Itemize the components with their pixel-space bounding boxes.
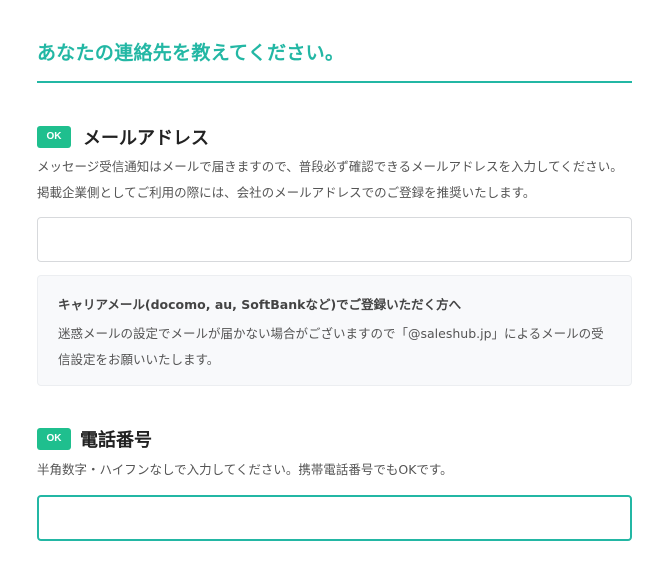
email-field-label: メールアドレス: [83, 128, 209, 149]
phone-field-header: OK 電話番号: [37, 427, 152, 451]
email-field-header: OK メールアドレス: [37, 125, 209, 149]
email-ok-badge: OK: [37, 126, 71, 148]
phone-input[interactable]: [37, 495, 632, 541]
title-divider: [37, 81, 632, 83]
notice-body: 迷惑メールの設定でメールが届かない場合がございますので「@saleshub.jp…: [58, 326, 604, 367]
carrier-mail-notice: キャリアメール(docomo, au, SoftBankなど)でご登録いただく方…: [37, 275, 632, 386]
phone-field-label: 電話番号: [80, 430, 152, 451]
notice-title: キャリアメール(docomo, au, SoftBankなど)でご登録いただく方…: [58, 297, 462, 312]
phone-ok-badge: OK: [37, 428, 71, 450]
phone-help-text: 半角数字・ハイフンなしで入力してください。携帯電話番号でもOKです。: [37, 462, 453, 477]
email-help-text: メッセージ受信通知はメールで届きますので、普段必ず確認できるメールアドレスを入力…: [37, 159, 623, 200]
section-title: あなたの連絡先を教えてください。: [37, 42, 345, 64]
email-input[interactable]: [37, 217, 632, 262]
